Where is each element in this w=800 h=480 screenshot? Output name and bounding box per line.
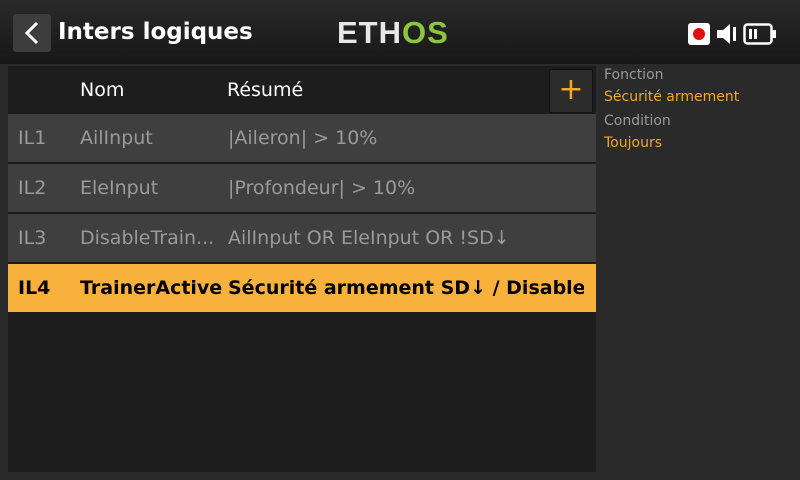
record-icon [688,23,710,45]
row-id: IL3 [18,227,47,249]
table-row[interactable]: IL2 EleInput |Profondeur| > 10% [8,164,596,212]
column-header-summary: Résumé [227,79,304,101]
row-summary: Sécurité armement SD↓ / Disable... [228,277,584,299]
row-summary: AilInput OR EleInput OR !SD↓ [228,227,510,249]
table-row[interactable]: IL1 AilInput |Aileron| > 10% [8,114,596,162]
ethos-logo: ETHOS [337,14,449,52]
back-button[interactable] [13,14,51,52]
row-id: IL1 [18,127,47,149]
row-id: IL2 [18,177,47,199]
table-row-selected[interactable]: IL4 TrainerActive Sécurité armement SD↓ … [8,264,596,312]
logic-switch-list: Nom Résumé + IL1 AilInput |Aileron| > 10… [8,66,596,472]
row-name: DisableTrain... [80,227,215,249]
function-label: Fonction [604,67,664,83]
row-summary: |Aileron| > 10% [228,127,378,149]
speaker-icon [717,24,736,44]
function-value: Sécurité armement [604,89,740,105]
row-name: TrainerActive [80,277,223,299]
logo-text-part2: OS [402,15,449,50]
top-bar: Inters logiques ETHOS [0,0,800,64]
chevron-left-icon [24,21,39,45]
row-name: EleInput [80,177,159,199]
condition-label: Condition [604,113,671,129]
logo-text-part1: ETH [337,15,402,50]
row-id: IL4 [18,277,51,299]
condition-value: Toujours [604,135,662,151]
page-title: Inters logiques [58,19,253,45]
battery-icon [743,23,776,45]
column-header-name: Nom [80,79,125,101]
table-row[interactable]: IL3 DisableTrain... AilInput OR EleInput… [8,214,596,262]
add-button[interactable]: + [549,69,593,113]
details-panel: Fonction Sécurité armement Condition Tou… [604,66,794,158]
table-header: Nom Résumé + [8,66,596,114]
row-name: AilInput [80,127,153,149]
row-summary: |Profondeur| > 10% [228,177,416,199]
